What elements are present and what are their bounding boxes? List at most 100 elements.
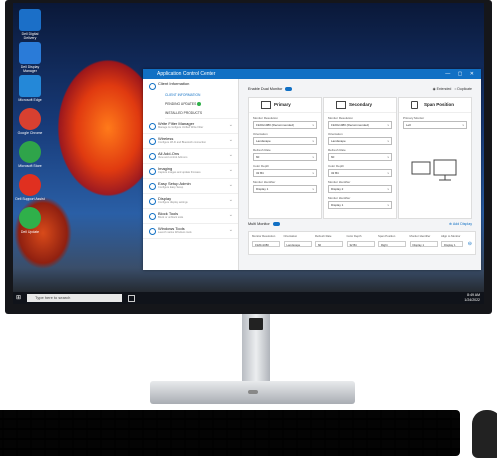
monitor-icon [261, 101, 271, 109]
sidebar-item[interactable]: All Add-Ons View and control Add-ons ⌄ [143, 149, 238, 164]
sidebar-item[interactable]: Windows Tools Launch native Windows tools… [143, 224, 238, 239]
browser-icon[interactable]: Microsoft Edge [18, 75, 42, 102]
table-cell-select[interactable]: 1920x1080 [252, 241, 280, 247]
multi-monitor-row: Multi Monitor [248, 222, 280, 226]
window-title: Application Control Center [157, 71, 216, 77]
field-label: Color Depth [253, 164, 270, 168]
field-select[interactable]: 60 [328, 153, 392, 161]
field-select[interactable]: 1920x1080 (Recommended) [253, 121, 317, 129]
table-cell-select[interactable]: 60 [315, 241, 343, 247]
sidebar-item-description: Configure Easy Setup [158, 186, 184, 189]
field-select[interactable]: Landscape [253, 137, 317, 145]
sub-item-installed-products[interactable]: INSTALLED PRODUCTS [165, 109, 238, 119]
keyboard [0, 410, 460, 456]
radio-label: Duplicate [457, 87, 472, 91]
dell-logo-icon [248, 390, 258, 394]
windows-start-icon[interactable]: ⊞ [16, 295, 22, 301]
desktop-icon-graphic [19, 141, 41, 163]
field-label: Orientation [328, 132, 343, 136]
dell-icon[interactable]: Dell Digital Delivery [19, 9, 41, 40]
taskbar-clock[interactable]: 8:49 AM 1/24/2022 [464, 293, 480, 302]
field-select[interactable]: Landscape [328, 137, 392, 145]
table-header: Orientation [283, 234, 298, 238]
sidebar-item-icon [149, 123, 156, 130]
cable-hole [249, 318, 263, 330]
sidebar-item-description: Launch native Windows tools [158, 231, 192, 234]
field-select[interactable]: 32 Bit [253, 169, 317, 177]
dual-monitor-label: Enable Dual Monitor [248, 87, 283, 91]
sidebar-item[interactable]: Easy Setup Admin Configure Easy Setup ⌄ [143, 179, 238, 194]
window-controls[interactable]: — ▢ ✕ [445, 69, 477, 79]
monitor-bezel: Dell Digital Delivery Dell Display Manage… [5, 0, 492, 314]
chevron-down-icon: ⌄ [228, 152, 233, 158]
desktop-wallpaper: Dell Digital Delivery Dell Display Manage… [13, 3, 484, 304]
field-select[interactable]: 32 Bit [328, 169, 392, 177]
desktop-icon-graphic [19, 174, 41, 196]
primary-monitor-select[interactable]: Left [403, 121, 467, 129]
multi-monitor-label: Multi Monitor [248, 222, 270, 226]
store-icon[interactable]: Microsoft Store [18, 141, 42, 168]
add-display-label: Add Display [452, 222, 472, 226]
field-label: Monitor Resolution [253, 116, 279, 120]
desktop-icon-label: Dell Display Manager [20, 65, 40, 73]
sidebar-item-description: View and control Add-ons [158, 156, 188, 159]
field-select[interactable]: Display 2 [328, 185, 392, 193]
table-cell-select[interactable]: Display 1 [441, 241, 463, 247]
monitor-stand-base [150, 381, 355, 404]
chevron-down-icon: ⌄ [228, 212, 233, 218]
sidebar-item[interactable]: Wireless Configure Wi-Fi and Bluetooth co… [143, 134, 238, 149]
monitor-icon [336, 101, 346, 109]
field-label: Primary Monitor [403, 116, 425, 120]
desktop-icon-label: Dell Support Assist [15, 197, 45, 201]
field-label: Monitor Identifier [253, 180, 276, 184]
remove-row-icon[interactable]: ⊖ [468, 241, 472, 247]
sidebar-item-icon [149, 138, 156, 145]
sidebar-item-description: Configure Wi-Fi and Bluetooth connection [158, 141, 207, 144]
desktop-icon-label: Google Chrome [17, 131, 43, 135]
sidebar-item[interactable]: Imaging Capture images and update firmwar… [143, 164, 238, 179]
sidebar-item-label: Client Information [158, 81, 190, 86]
sidebar-item-client-information[interactable]: Client Information [143, 79, 238, 91]
primary-monitor-card: Primary Monitor Resolution 1920x1080 (Rec… [248, 97, 322, 219]
chrome-icon[interactable]: Google Chrome [18, 108, 42, 135]
sidebar-item-description: Manage & configure Unified Write Filter [158, 126, 204, 129]
field-select[interactable]: Display 1 [253, 185, 317, 193]
green-icon[interactable]: Dell Update [19, 207, 41, 234]
field-select[interactable]: 1920x1080 (Recommended) [328, 121, 392, 129]
sidebar-item[interactable]: Display Configure display settings ⌄ [143, 194, 238, 209]
radio-duplicate[interactable]: ○ Duplicate [454, 87, 472, 91]
desktop-icon-label: Microsoft Edge [18, 98, 42, 102]
record-icon[interactable]: Dell Support Assist [15, 174, 45, 201]
sidebar-item[interactable]: Write Filter Manager Manage & configure U… [143, 119, 238, 134]
monitor-icon[interactable]: Dell Display Manager [19, 42, 41, 73]
sub-item-pending-updates[interactable]: PENDING UPDATES [165, 100, 238, 109]
radio-label: Extended [436, 87, 452, 91]
task-view-icon[interactable] [128, 295, 135, 302]
desktop-icon-graphic [19, 75, 41, 97]
field-select[interactable]: 60 [253, 153, 317, 161]
taskbar-search-input[interactable]: Type here to search [27, 294, 122, 302]
sidebar-item-description: Capture images and update firmware [158, 171, 201, 174]
desktop-icon-graphic [19, 42, 41, 64]
radio-extended[interactable]: ◉ Extended [433, 87, 452, 91]
sidebar-item[interactable]: Block Tools Block or unblock tools ⌄ [143, 209, 238, 224]
chevron-down-icon: ⌄ [228, 197, 233, 203]
sidebar: Client Information CLIENT INFORMATION PE… [143, 79, 239, 270]
table-cell-select[interactable]: Display 1 [409, 241, 438, 247]
info-icon [149, 83, 156, 90]
table-cell-select[interactable]: 32 Bit [346, 241, 375, 247]
field-select[interactable]: Display 1 [328, 201, 392, 209]
desktop-icon-label: Dell Digital Delivery [21, 32, 39, 40]
table-cell-select[interactable]: Right [378, 241, 406, 247]
window-titlebar[interactable]: Application Control Center — ▢ ✕ [143, 69, 481, 79]
chevron-down-icon: ⌄ [228, 227, 233, 233]
sub-item-client-information[interactable]: CLIENT INFORMATION [165, 91, 238, 100]
mode-radio-group: ◉ Extended ○ Duplicate [433, 87, 472, 91]
multi-monitor-toggle[interactable] [272, 222, 280, 226]
phone-icon [411, 101, 418, 109]
clock-time: 8:49 AM [467, 293, 480, 297]
dual-monitor-toggle[interactable] [285, 87, 293, 91]
table-cell-select[interactable]: Landscape [283, 241, 312, 247]
chevron-down-icon: ⌄ [228, 122, 233, 128]
add-display-button[interactable]: ⊕ Add Display [449, 222, 472, 226]
